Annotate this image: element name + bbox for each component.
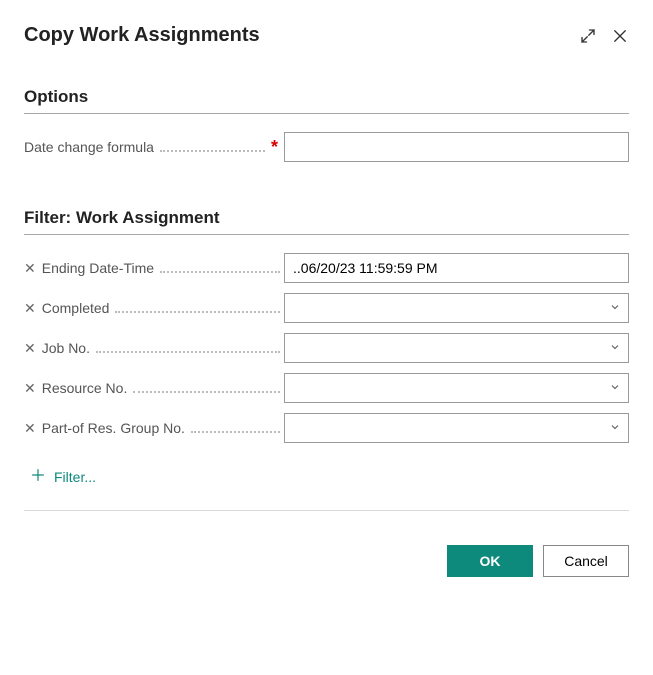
completed-input[interactable] [284, 293, 629, 323]
remove-filter-icon[interactable]: ✕ [24, 421, 36, 435]
remove-filter-icon[interactable]: ✕ [24, 301, 36, 315]
date-change-formula-input[interactable] [284, 132, 629, 162]
required-asterisk-icon: * [271, 138, 278, 156]
filter-label: Completed [42, 300, 110, 316]
job-no-input[interactable] [284, 333, 629, 363]
close-icon[interactable] [611, 27, 629, 45]
divider [24, 510, 629, 511]
options-heading: Options [24, 87, 629, 114]
expand-icon[interactable] [579, 27, 597, 45]
filter-label: Resource No. [42, 380, 128, 396]
filter-label: Ending Date-Time [42, 260, 154, 276]
label-dots [115, 303, 280, 313]
remove-filter-icon[interactable]: ✕ [24, 381, 36, 395]
plus-icon [30, 467, 46, 486]
filter-heading: Filter: Work Assignment [24, 208, 629, 235]
remove-filter-icon[interactable]: ✕ [24, 261, 36, 275]
label-dots [133, 383, 280, 393]
resource-no-input[interactable] [284, 373, 629, 403]
label-dots [96, 343, 280, 353]
date-change-formula-label: Date change formula [24, 139, 154, 155]
filter-label: Job No. [42, 340, 90, 356]
label-dots [160, 263, 280, 273]
remove-filter-icon[interactable]: ✕ [24, 341, 36, 355]
add-filter-label: Filter... [54, 469, 96, 485]
label-dots [191, 423, 280, 433]
page-title: Copy Work Assignments [24, 24, 260, 47]
part-of-res-group-no-input[interactable] [284, 413, 629, 443]
label-dots [160, 142, 265, 152]
ok-button[interactable]: OK [447, 545, 533, 577]
cancel-button[interactable]: Cancel [543, 545, 629, 577]
ending-date-time-input[interactable] [284, 253, 629, 283]
filter-label: Part-of Res. Group No. [42, 420, 185, 436]
add-filter-button[interactable]: Filter... [30, 467, 96, 486]
